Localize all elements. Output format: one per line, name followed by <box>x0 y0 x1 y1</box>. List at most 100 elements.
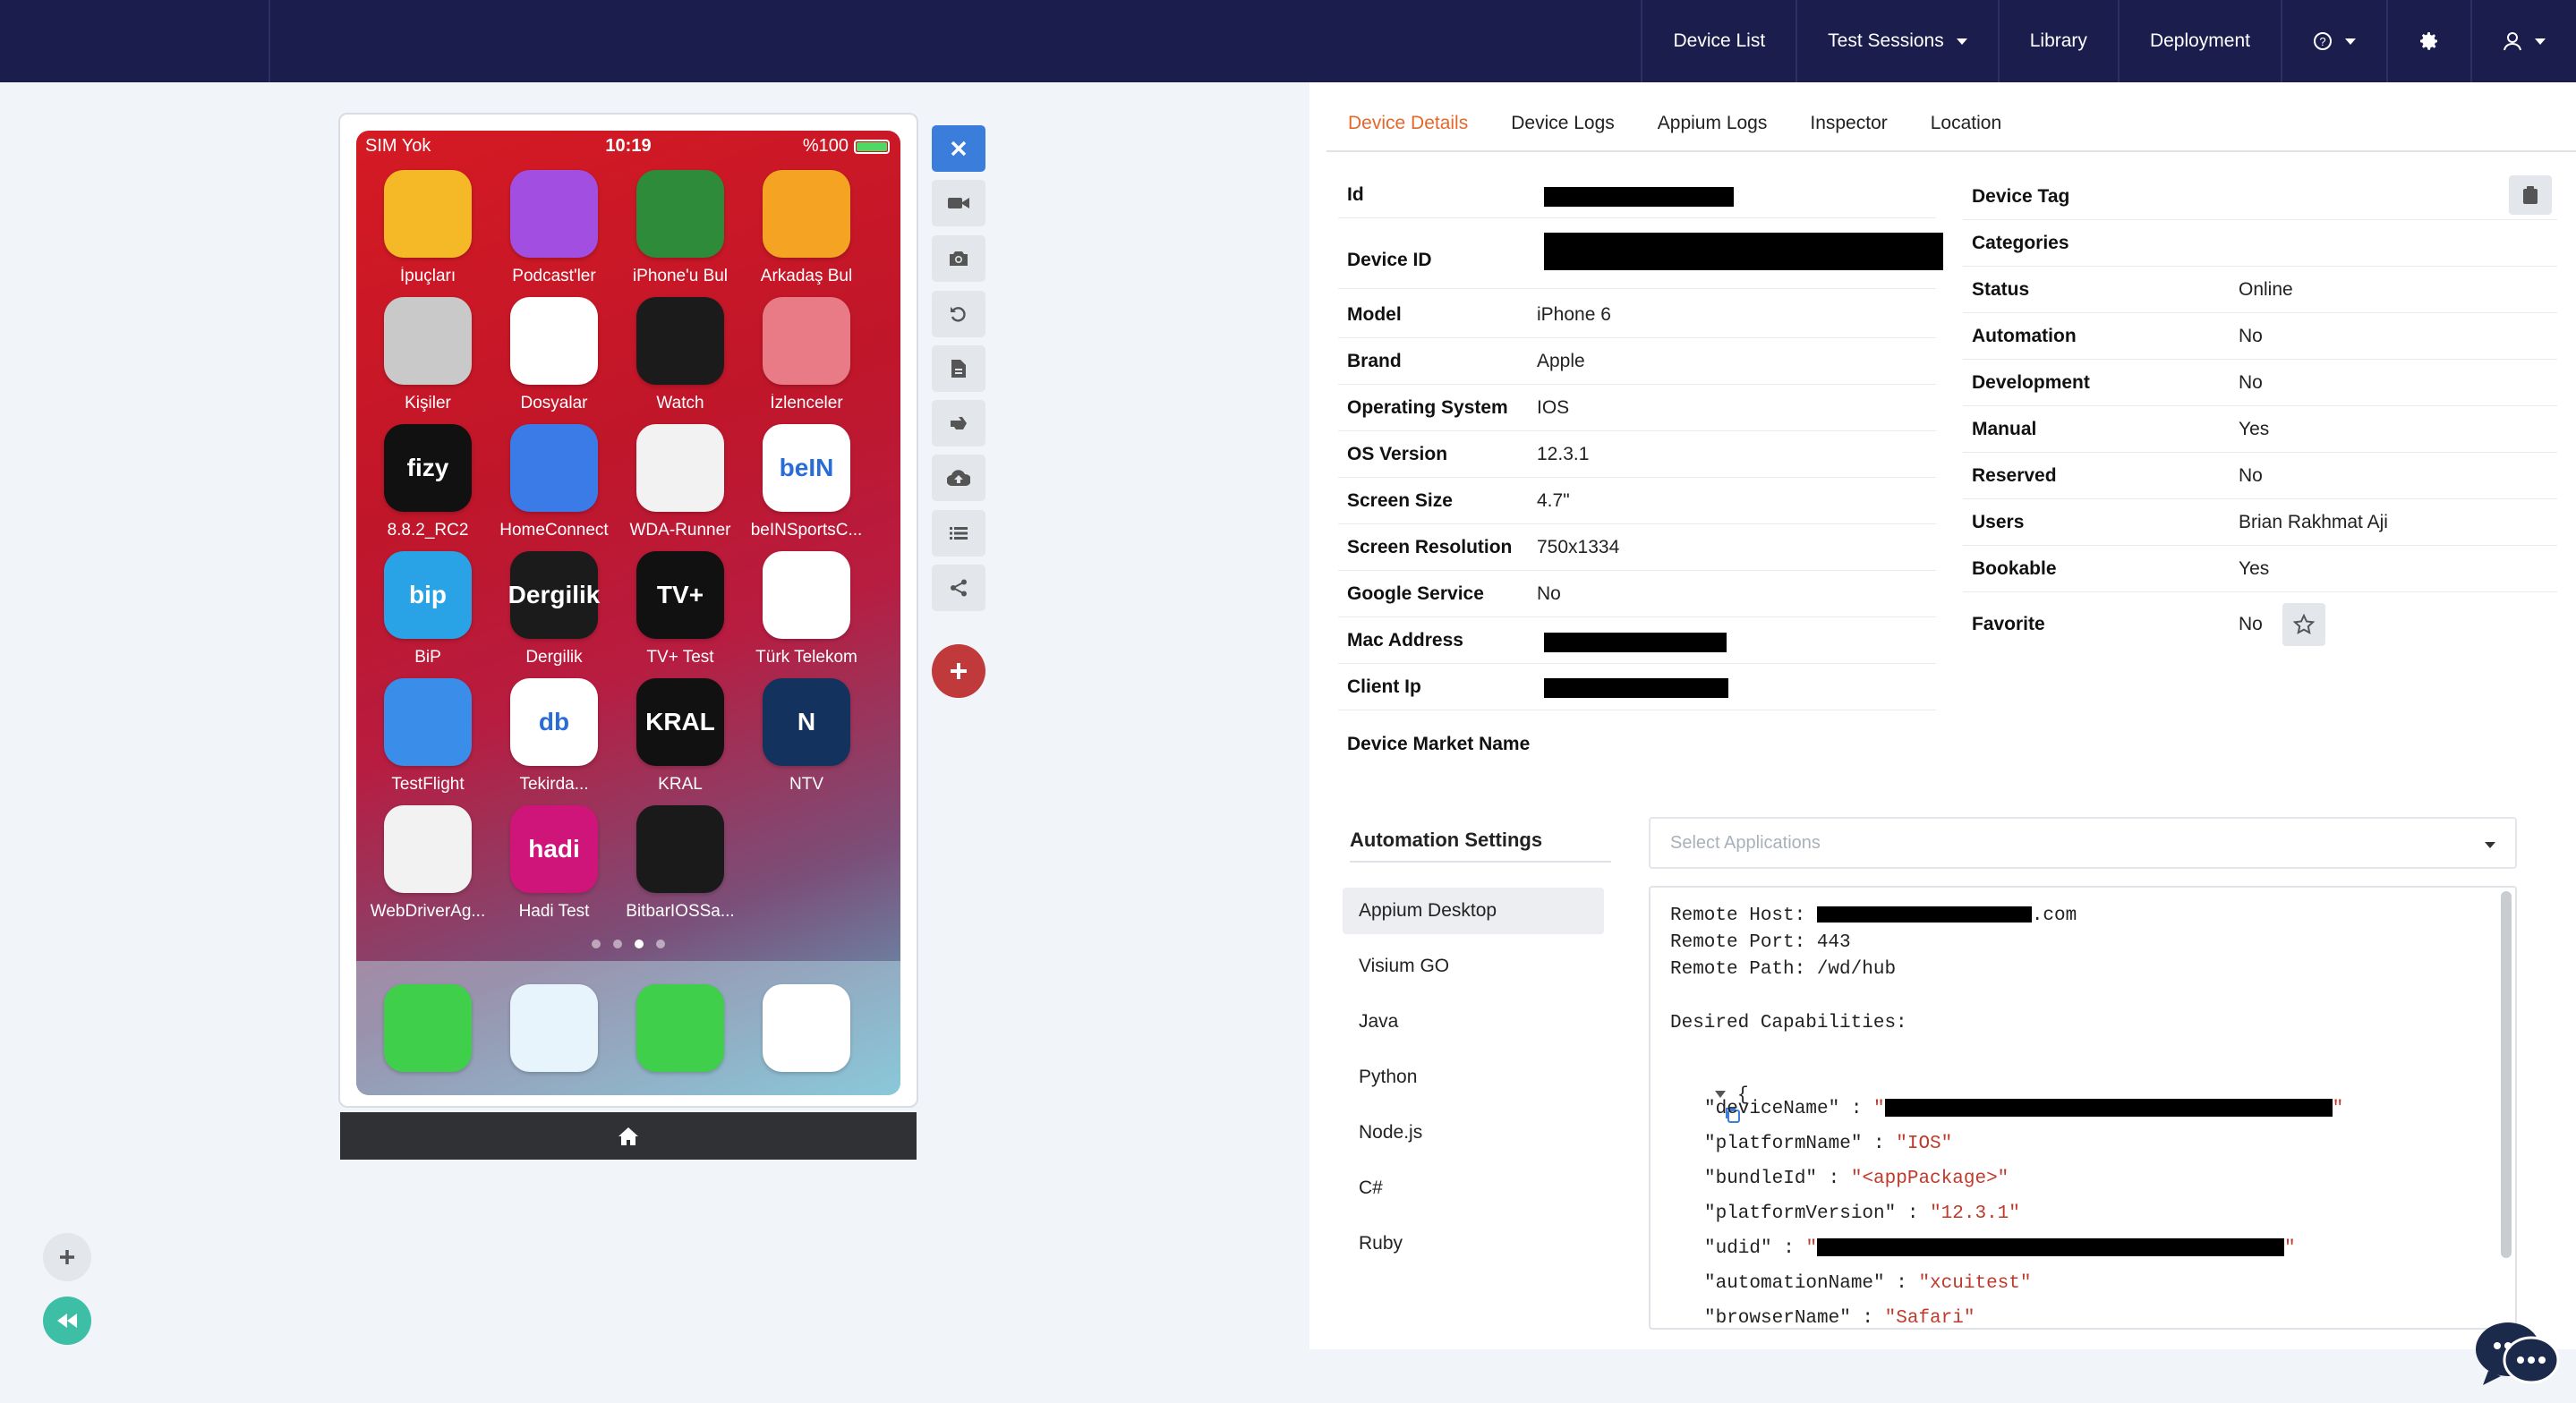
app-shortcut[interactable]: İpuçları <box>365 170 490 286</box>
detail-key: Development <box>1972 371 2090 393</box>
app-shortcut[interactable]: Kişiler <box>365 297 490 413</box>
capability-line: "bundleId" : "<appPackage>" <box>1704 1169 2009 1189</box>
chat-icon[interactable] <box>2472 1319 2560 1390</box>
tab-device-logs[interactable]: Device Logs <box>1489 104 1636 152</box>
app-label: 8.8.2_RC2 <box>387 521 469 540</box>
language-option[interactable]: Java <box>1343 999 1604 1045</box>
tab-inspector[interactable]: Inspector <box>1788 104 1908 152</box>
app-shortcut[interactable]: Türk Telekom <box>744 551 869 667</box>
app-shortcut[interactable]: fizy 8.8.2_RC2 <box>365 424 490 540</box>
rotate-button[interactable] <box>932 291 985 337</box>
tab-appium-logs[interactable]: Appium Logs <box>1636 104 1789 152</box>
tab-device-details[interactable]: Device Details <box>1326 104 1489 152</box>
detail-key: OS Version <box>1347 443 1448 464</box>
nav-test-sessions[interactable]: Test Sessions <box>1796 0 1998 82</box>
cloud-upload-icon <box>947 470 970 486</box>
detail-key: Client Ip <box>1347 676 1421 697</box>
app-label: BitbarIOSSa... <box>626 902 735 921</box>
language-option[interactable]: Python <box>1343 1054 1604 1101</box>
app-shortcut[interactable]: hadi Hadi Test <box>491 805 617 922</box>
app-shortcut[interactable]: bip BiP <box>365 551 490 667</box>
close-icon <box>951 140 967 157</box>
language-option[interactable]: Node.js <box>1343 1110 1604 1156</box>
nav-deployment[interactable]: Deployment <box>2117 0 2281 82</box>
app-shortcut[interactable]: WebDriverAg... <box>365 805 490 922</box>
expand-button[interactable] <box>43 1233 91 1281</box>
app-shortcut[interactable]: Podcast'ler <box>491 170 617 286</box>
select-applications-dropdown[interactable]: Select Applications <box>1649 817 2517 869</box>
detail-row: Brand Apple <box>1338 338 1936 385</box>
app-shortcut[interactable]: Arkadaş Bul <box>744 170 869 286</box>
app-shortcut[interactable]: Dosyalar <box>491 297 617 413</box>
device-tag-clipboard-button[interactable] <box>2509 175 2552 215</box>
battery-label: %100 <box>802 136 849 156</box>
app-label: İzlenceler <box>770 394 843 412</box>
detail-value: Yes <box>2239 418 2270 439</box>
hand-icon <box>951 417 967 429</box>
device-screen[interactable]: SIM Yok 10:19 %100 İpuçları Podcast'ler iP… <box>356 131 900 1095</box>
detail-key: Brand <box>1347 350 1402 371</box>
language-option[interactable]: Appium Desktop <box>1343 888 1604 934</box>
detail-row: Reserved No <box>1963 453 2557 499</box>
favorite-star-button[interactable] <box>2282 603 2325 646</box>
redacted-capability <box>1817 1238 2285 1257</box>
nav-settings[interactable] <box>2386 0 2470 82</box>
camera-icon <box>950 251 968 266</box>
detail-row: Device Tag <box>1963 174 2557 220</box>
collapse-caret-icon[interactable] <box>1715 1091 1727 1099</box>
app-shortcut[interactable]: N NTV <box>744 678 869 795</box>
app-shortcut[interactable]: KRAL KRAL <box>618 678 743 795</box>
upload-button[interactable] <box>932 455 985 501</box>
close-session-button[interactable] <box>932 125 985 172</box>
file-button[interactable] <box>932 345 985 392</box>
code-scrollbar[interactable] <box>2501 891 2512 1258</box>
app-shortcut[interactable]: Dergilik Dergilik <box>491 551 617 667</box>
language-option[interactable]: Ruby <box>1343 1220 1604 1267</box>
capability-separator: : <box>1839 1099 1874 1119</box>
app-icon <box>763 551 850 639</box>
app-shortcut[interactable]: Watch <box>618 297 743 413</box>
nav-help[interactable]: ? <box>2281 0 2386 82</box>
app-shortcut[interactable]: BitbarIOSSa... <box>618 805 743 922</box>
device-status-bar: SIM Yok 10:19 %100 <box>356 131 900 159</box>
language-option[interactable]: Visium GO <box>1343 943 1604 990</box>
app-shortcut[interactable]: beIN beINSportsC... <box>744 424 869 540</box>
remote-port-line: Remote Port: 443 <box>1670 932 1851 953</box>
app-shortcut[interactable]: TV+ TV+ Test <box>618 551 743 667</box>
nav-device-list[interactable]: Device List <box>1641 0 1796 82</box>
language-option[interactable]: C# <box>1343 1165 1604 1212</box>
share-icon <box>951 579 967 597</box>
app-label: TestFlight <box>391 775 465 794</box>
app-icon <box>384 297 472 385</box>
screenshot-button[interactable] <box>932 235 985 282</box>
detail-key: Bookable <box>1972 557 2057 579</box>
gesture-button[interactable] <box>932 400 985 446</box>
phone-app-icon[interactable] <box>384 984 472 1072</box>
detail-row: Automation No <box>1963 313 2557 360</box>
music-app-icon[interactable] <box>763 984 850 1072</box>
add-button[interactable] <box>932 644 985 698</box>
messages-app-icon[interactable] <box>636 984 724 1072</box>
capability-key: "automationName" <box>1704 1273 1885 1294</box>
app-shortcut[interactable]: WDA-Runner <box>618 424 743 540</box>
safari-app-icon[interactable] <box>510 984 598 1072</box>
detail-key: Favorite <box>1972 614 2045 634</box>
top-navbar: Device List Test Sessions Library Deploy… <box>0 0 2576 82</box>
app-shortcut[interactable]: İzlenceler <box>744 297 869 413</box>
list-button[interactable] <box>932 510 985 557</box>
app-shortcut[interactable]: db Tekirda... <box>491 678 617 795</box>
capability-value: "12.3.1" <box>1930 1203 2020 1224</box>
nav-user[interactable] <box>2470 0 2576 82</box>
rewind-button[interactable] <box>43 1297 91 1345</box>
record-video-button[interactable] <box>932 180 985 226</box>
app-shortcut[interactable]: iPhone'u Bul <box>618 170 743 286</box>
nav-library[interactable]: Library <box>1997 0 2118 82</box>
app-icon <box>636 424 724 512</box>
tab-location[interactable]: Location <box>1909 104 2023 152</box>
capability-line: "browserName" : "Safari" <box>1704 1308 1975 1328</box>
home-button[interactable] <box>340 1112 917 1160</box>
app-shortcut[interactable]: HomeConnect <box>491 424 617 540</box>
detail-key: Screen Resolution <box>1347 536 1513 557</box>
app-shortcut[interactable]: TestFlight <box>365 678 490 795</box>
share-button[interactable] <box>932 565 985 611</box>
